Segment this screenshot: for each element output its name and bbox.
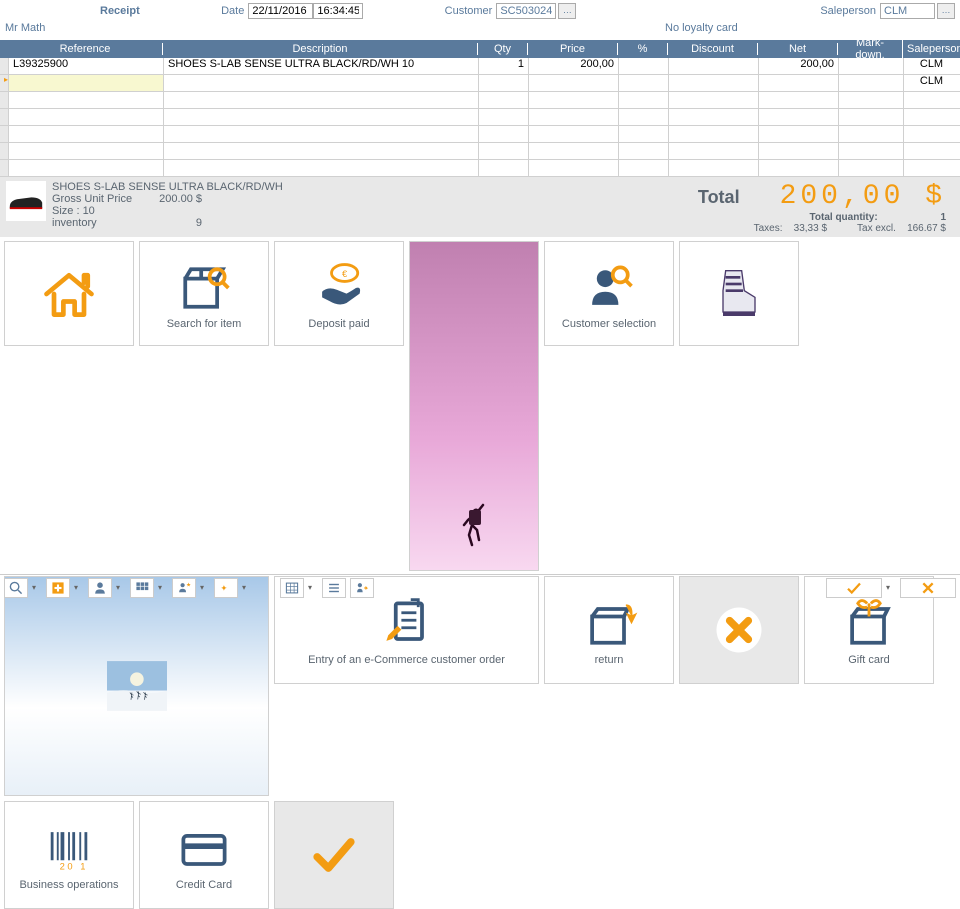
credit-card-icon [174, 819, 234, 879]
search-icon [9, 581, 23, 595]
product-thumbnail [6, 181, 46, 221]
table-row [0, 160, 960, 177]
order-icon [377, 594, 437, 654]
add-tool[interactable] [46, 578, 70, 598]
no-loyalty-text: No loyalty card [665, 22, 738, 40]
home-icon [39, 264, 99, 324]
promo-image-skier [409, 241, 539, 571]
dropdown-icon[interactable]: ▾ [200, 583, 210, 592]
sparkle-icon: ✦ [219, 581, 233, 595]
svg-text:★: ★ [186, 581, 191, 588]
dropdown-icon[interactable]: ▾ [242, 583, 252, 592]
product-name: SHOES S-LAB SENSE ULTRA BLACK/RD/WH [52, 181, 698, 193]
product-image-tile[interactable] [679, 241, 799, 346]
customer-lookup-button[interactable]: … [558, 3, 576, 19]
salesperson-field[interactable] [880, 3, 935, 19]
grid-icon [135, 581, 149, 595]
svg-text:✦: ✦ [220, 582, 227, 592]
date-label: Date [221, 5, 244, 17]
table-icon [285, 581, 299, 595]
table-row [0, 126, 960, 143]
date-field[interactable] [248, 3, 313, 19]
col-price: Price [528, 43, 618, 55]
dropdown-icon[interactable]: ▾ [158, 583, 168, 592]
table-row [0, 109, 960, 126]
time-field[interactable] [313, 3, 363, 19]
credit-card-tile[interactable]: Credit Card [139, 801, 269, 909]
table-tool[interactable] [280, 578, 304, 598]
sparkle-tool[interactable]: ✦ [214, 578, 238, 598]
total-amount: 200,00 $ [780, 181, 946, 212]
person-star-icon: ★ [177, 581, 191, 595]
customer-label: Customer [445, 5, 493, 17]
salesperson-lookup-button[interactable]: … [937, 3, 955, 19]
bottom-toolbar: ▾ ▾ ▾ ▾ ★ ▾ ✦ ▾ ▾ ▾ [0, 574, 960, 600]
col-pct: % [618, 43, 668, 55]
cancel-small-button[interactable] [900, 578, 956, 598]
table-row: ▸ CLM [0, 75, 960, 92]
box-search-icon [174, 258, 234, 318]
search-tool[interactable] [4, 578, 28, 598]
confirm-tile[interactable] [274, 801, 394, 909]
dropdown-icon[interactable]: ▾ [74, 583, 84, 592]
grid-tool[interactable] [130, 578, 154, 598]
dropdown-icon[interactable]: ▾ [32, 583, 42, 592]
barcode-icon: 2 0 1 [39, 819, 99, 879]
table-row [0, 143, 960, 160]
person-arrow-tool[interactable] [350, 578, 374, 598]
list-tool[interactable] [322, 578, 346, 598]
business-ops-tile[interactable]: 2 01 Business operations [4, 801, 134, 909]
svg-text:€: € [342, 268, 348, 278]
col-discount: Discount [668, 43, 758, 55]
svg-text:2 0: 2 0 [60, 862, 73, 872]
list-icon [327, 581, 341, 595]
search-item-tile[interactable]: Search for item [139, 241, 269, 346]
dropdown-icon[interactable]: ▾ [116, 583, 126, 592]
dropdown-icon[interactable]: ▾ [308, 583, 318, 592]
deposit-paid-tile[interactable]: € Deposit paid [274, 241, 404, 346]
dropdown-icon[interactable]: ▾ [886, 583, 896, 592]
table-row [0, 92, 960, 109]
receipt-title: Receipt [100, 5, 140, 17]
gift-icon [839, 594, 899, 654]
plus-icon [51, 581, 65, 595]
person-icon [93, 581, 107, 595]
total-label: Total [698, 187, 740, 208]
col-qty: Qty [478, 43, 528, 55]
return-icon [579, 594, 639, 654]
customer-selection-tile[interactable]: Customer selection [544, 241, 674, 346]
check-icon [304, 825, 364, 885]
col-reference: Reference [8, 43, 163, 55]
deposit-icon: € [309, 258, 369, 318]
confirm-small-button[interactable] [826, 578, 882, 598]
col-salesperson: Saleperson [903, 43, 958, 55]
grid-body[interactable]: L39325900 SHOES S-LAB SENSE ULTRA BLACK/… [0, 58, 960, 177]
col-net: Net [758, 43, 838, 55]
table-row: L39325900 SHOES S-LAB SENSE ULTRA BLACK/… [0, 58, 960, 75]
close-icon [921, 581, 935, 595]
salesperson-label: Saleperson [820, 5, 876, 17]
svg-text:1: 1 [80, 862, 85, 872]
col-description: Description [163, 43, 478, 55]
check-icon [845, 581, 863, 595]
grid-header: Reference Description Qty Price % Discou… [0, 40, 960, 58]
customer-field[interactable] [496, 3, 556, 19]
promo-image-hikers [4, 576, 269, 796]
person-arrow-icon [355, 581, 369, 595]
user-name: Mr Math [5, 22, 665, 40]
customer-search-icon [579, 258, 639, 318]
ski-boot-icon [709, 264, 769, 324]
person-star-tool[interactable]: ★ [172, 578, 196, 598]
close-icon [709, 600, 769, 660]
home-tile[interactable] [4, 241, 134, 346]
customer-tool[interactable] [88, 578, 112, 598]
